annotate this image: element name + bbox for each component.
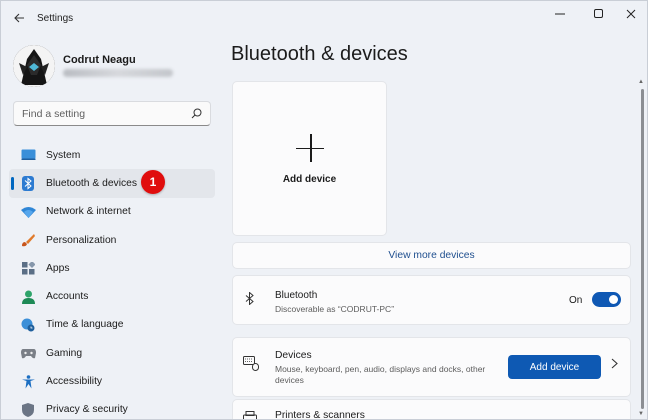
title-bar: Settings [1, 1, 647, 35]
printers-card[interactable]: Printers & scanners [232, 399, 631, 420]
sidebar-item-network[interactable]: Network & internet [9, 198, 215, 226]
sidebar-item-label: Gaming [46, 347, 83, 359]
sidebar-item-accounts[interactable]: Accounts [9, 282, 215, 310]
bluetooth-state-label: On [569, 295, 583, 306]
avatar[interactable] [13, 45, 55, 87]
sidebar-item-label: Bluetooth & devices [46, 177, 138, 189]
gamepad-icon [19, 344, 37, 362]
globe-clock-icon [19, 316, 37, 334]
bluetooth-icon [245, 291, 254, 308]
sidebar-item-privacy[interactable]: Privacy & security [9, 396, 215, 419]
devices-title: Devices [275, 350, 312, 361]
sidebar-item-personalization[interactable]: Personalization [9, 226, 215, 254]
plus-icon [296, 134, 326, 164]
scroll-up-arrow[interactable]: ▲ [638, 79, 644, 85]
devices-subtitle: Mouse, keyboard, pen, audio, displays an… [275, 364, 486, 385]
close-icon [626, 9, 636, 19]
keyboard-mouse-icon [243, 356, 259, 374]
bluetooth-setting-card: Bluetooth Discoverable as “CODRUT-PC” On [232, 275, 631, 325]
chevron-right-icon[interactable] [611, 358, 618, 372]
devices-card[interactable]: Devices Mouse, keyboard, pen, audio, dis… [232, 337, 631, 397]
sidebar-item-bluetooth-devices[interactable]: Bluetooth & devices [9, 169, 215, 198]
view-more-label: View more devices [388, 250, 475, 261]
sidebar-item-gaming[interactable]: Gaming [9, 339, 215, 367]
apps-icon [19, 259, 37, 277]
bluetooth-title: Bluetooth [275, 290, 318, 301]
avatar-image [13, 45, 55, 87]
sidebar-item-label: Time & language [46, 319, 124, 331]
brush-icon [19, 231, 37, 249]
sidebar-item-label: Privacy & security [46, 404, 128, 416]
add-device-tile[interactable]: Add device [232, 81, 387, 236]
scroll-down-arrow[interactable]: ▼ [638, 411, 644, 417]
monitor-icon [19, 146, 37, 164]
close-button[interactable] [615, 1, 647, 27]
profile-email-redacted [63, 69, 173, 77]
search-box[interactable] [13, 101, 211, 126]
sidebar-item-time-language[interactable]: Time & language [9, 311, 215, 339]
window-title: Settings [37, 13, 74, 24]
accessibility-icon [19, 373, 37, 391]
bluetooth-toggle[interactable] [592, 292, 621, 307]
profile-name: Codrut Neagu [63, 54, 136, 66]
sidebar-item-system[interactable]: System [9, 141, 215, 169]
minimize-button[interactable] [544, 1, 576, 27]
step-badge-1: 1 [141, 170, 165, 194]
person-icon [19, 288, 37, 306]
sidebar-item-apps[interactable]: Apps [9, 254, 215, 282]
arrow-left-icon [13, 13, 24, 23]
settings-window: Settings Codrut Neagu Find a setting Sys… [0, 0, 648, 420]
bluetooth-subtitle: Discoverable as “CODRUT-PC” [275, 304, 395, 314]
maximize-button[interactable] [583, 1, 615, 27]
sidebar-item-label: Apps [46, 262, 70, 274]
search-icon[interactable] [191, 108, 202, 119]
page-title: Bluetooth & devices [231, 43, 408, 65]
sidebar-item-accessibility[interactable]: Accessibility [9, 367, 215, 395]
sidebar-item-label: Accounts [46, 291, 89, 303]
shield-icon [19, 401, 37, 419]
sidebar-item-label: Network & internet [46, 206, 131, 218]
printers-title: Printers & scanners [275, 410, 365, 420]
back-button[interactable] [9, 9, 29, 27]
add-device-tile-label: Add device [282, 174, 337, 185]
sidebar-item-label: System [46, 149, 81, 161]
search-input[interactable] [22, 107, 191, 120]
bluetooth-icon [19, 174, 37, 192]
maximize-icon [594, 9, 603, 18]
add-device-button[interactable]: Add device [508, 355, 601, 379]
sidebar-item-label: Personalization [46, 234, 117, 246]
sidebar-nav: System Bluetooth & devices Network & int… [9, 141, 215, 419]
scrollbar-thumb[interactable] [641, 89, 644, 409]
minimize-icon [555, 13, 565, 15]
sidebar-item-label: Accessibility [46, 376, 103, 388]
wifi-icon [19, 203, 37, 221]
view-more-devices-button[interactable]: View more devices [232, 242, 631, 269]
printer-icon [243, 410, 257, 419]
toggle-knob [609, 295, 618, 304]
